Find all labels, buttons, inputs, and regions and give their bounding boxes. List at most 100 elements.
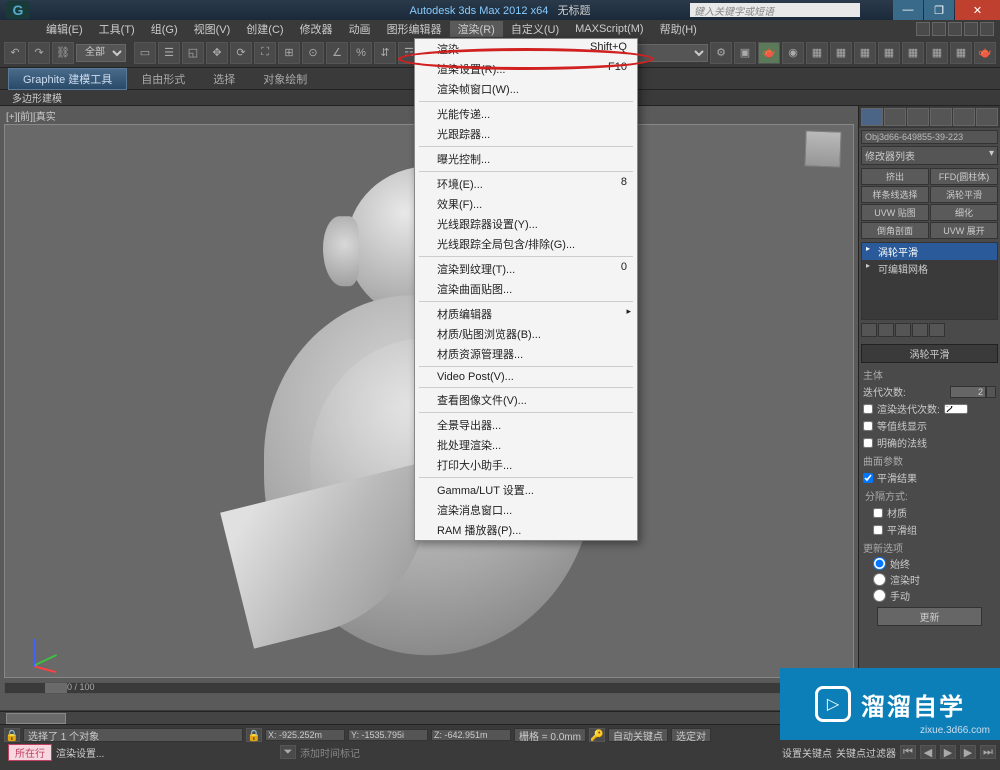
menu-动画[interactable]: 动画 [341,21,379,37]
pin-stack-button[interactable] [861,323,877,337]
qat-btn[interactable] [948,22,962,36]
render-frame-button[interactable]: ▣ [734,42,756,64]
selection-filter[interactable]: 全部 [76,44,126,62]
modifier-preset-button[interactable]: 细化 [930,204,998,221]
qat-btn[interactable] [980,22,994,36]
tool-btn[interactable]: ▦ [830,42,852,64]
menu-渲染[interactable]: 渲染(R) [450,21,503,37]
modifier-list-dropdown[interactable]: 修改器列表▾ [861,146,998,165]
percent-snap-button[interactable]: % [350,42,372,64]
sep-material-checkbox[interactable] [873,508,883,518]
update-button[interactable]: 更新 [877,607,982,626]
goto-end-icon[interactable]: ⏭ [980,745,996,759]
macro-recorder-button[interactable]: 所在行 [8,744,52,761]
minimize-button[interactable]: — [893,0,923,20]
menu-item[interactable]: 渲染Shift+Q [415,39,637,59]
update-render-radio[interactable] [873,573,886,586]
update-always-radio[interactable] [873,557,886,570]
time-tag-field[interactable]: 添加时间标记 [300,745,460,760]
modifier-preset-button[interactable]: 涡轮平滑 [930,186,998,203]
maximize-button[interactable]: ❐ [924,0,954,20]
modifier-stack-item[interactable]: 可编辑网格 [862,260,997,277]
rotate-button[interactable]: ⟳ [230,42,252,64]
modifier-preset-button[interactable]: 倒角剖面 [861,222,929,239]
render-setup-button[interactable]: ⚙ [710,42,732,64]
close-button[interactable]: ✕ [955,0,1000,20]
smooth-result-checkbox[interactable] [863,473,873,483]
key-mode-icon[interactable]: 🔑 [589,728,605,742]
tool-btn[interactable]: ▦ [806,42,828,64]
teapot-icon[interactable]: 🫖 [974,42,996,64]
modifier-preset-button[interactable]: UVW 展开 [930,222,998,239]
motion-tab[interactable] [930,108,952,126]
view-cube[interactable] [804,130,841,167]
configure-sets-button[interactable] [929,323,945,337]
menu-item[interactable]: 环境(E)...8 [415,174,637,194]
modifier-preset-button[interactable]: UVW 贴图 [861,204,929,221]
menu-图形编辑器[interactable]: 图形编辑器 [379,21,450,37]
menu-item[interactable]: 材质资源管理器... [415,344,637,364]
menu-编辑[interactable]: 编辑(E) [38,21,91,37]
coord-x[interactable]: X: -925.252m [265,729,345,741]
menu-修改器[interactable]: 修改器 [292,21,341,37]
explicit-normals-checkbox[interactable] [863,438,873,448]
time-slider-thumb[interactable] [6,713,66,724]
create-tab[interactable] [861,108,883,126]
menu-item[interactable]: 光线跟踪器设置(Y)... [415,214,637,234]
menu-自定义[interactable]: 自定义(U) [503,21,567,37]
rollout-title[interactable]: 涡轮平滑 [861,344,998,363]
undo-button[interactable]: ↶ [4,42,26,64]
menu-MAXScript[interactable]: MAXScript(M) [567,23,651,35]
ref-coord-button[interactable]: ⊞ [278,42,300,64]
qat-btn[interactable] [916,22,930,36]
qat-btn[interactable] [932,22,946,36]
goto-start-icon[interactable]: ⏮ [900,745,916,759]
menu-item[interactable]: 材质编辑器 [415,304,637,324]
select-name-button[interactable]: ☰ [158,42,180,64]
help-search-input[interactable]: 键入关键字或短语 [690,3,860,17]
lock-icon[interactable]: 🔒 [4,728,20,742]
modifier-preset-button[interactable]: 样条线选择 [861,186,929,203]
graphite-tab[interactable]: Graphite 建模工具 [8,68,127,90]
snap-button[interactable]: ⊙ [302,42,324,64]
coord-z[interactable]: Z: -642.951m [431,729,511,741]
render-iters-field[interactable] [944,404,968,414]
menu-item[interactable]: 打印大小助手... [415,455,637,475]
material-editor-button[interactable]: ◉ [782,42,804,64]
menu-item[interactable]: Gamma/LUT 设置... [415,480,637,500]
make-unique-button[interactable] [895,323,911,337]
coord-y[interactable]: Y: -1535.795i [348,729,428,741]
remove-modifier-button[interactable] [912,323,928,337]
menu-item[interactable]: 光线跟踪全局包含/排除(G)... [415,234,637,254]
render-iters-checkbox[interactable] [863,404,873,414]
menu-item[interactable]: 全景导出器... [415,415,637,435]
menu-item[interactable]: 渲染设置(R)...F10 [415,59,637,79]
utilities-tab[interactable] [976,108,998,126]
render-button[interactable]: 🫖 [758,42,780,64]
menu-创建[interactable]: 创建(C) [238,21,291,37]
menu-item[interactable]: Video Post(V)... [415,369,637,385]
play-icon[interactable]: ▶ [940,745,956,759]
spinner-icon[interactable] [986,386,996,398]
time-tag-icon[interactable]: ⏷ [280,745,296,759]
modifier-preset-button[interactable]: 挤出 [861,168,929,185]
menu-item[interactable]: 光能传递... [415,104,637,124]
modify-tab[interactable] [884,108,906,126]
tool-btn[interactable]: ▦ [950,42,972,64]
menu-item[interactable]: 材质/贴图浏览器(B)... [415,324,637,344]
modifier-preset-button[interactable]: FFD(圆柱体) [930,168,998,185]
menu-工具[interactable]: 工具(T) [91,21,143,37]
hierarchy-tab[interactable] [907,108,929,126]
spinner-snap-button[interactable]: ⇵ [374,42,396,64]
tool-btn[interactable]: ▦ [902,42,924,64]
menu-item[interactable]: RAM 播放器(P)... [415,520,637,540]
menu-item[interactable]: 查看图像文件(V)... [415,390,637,410]
update-manual-radio[interactable] [873,589,886,602]
isoline-checkbox[interactable] [863,421,873,431]
setkey-button[interactable]: 设置关键点 [782,745,832,760]
graphite-subtab[interactable]: 选择 [199,71,249,87]
show-end-result-button[interactable] [878,323,894,337]
menu-组[interactable]: 组(G) [143,21,186,37]
lock-selection-icon[interactable]: 🔒 [246,728,262,742]
display-tab[interactable] [953,108,975,126]
